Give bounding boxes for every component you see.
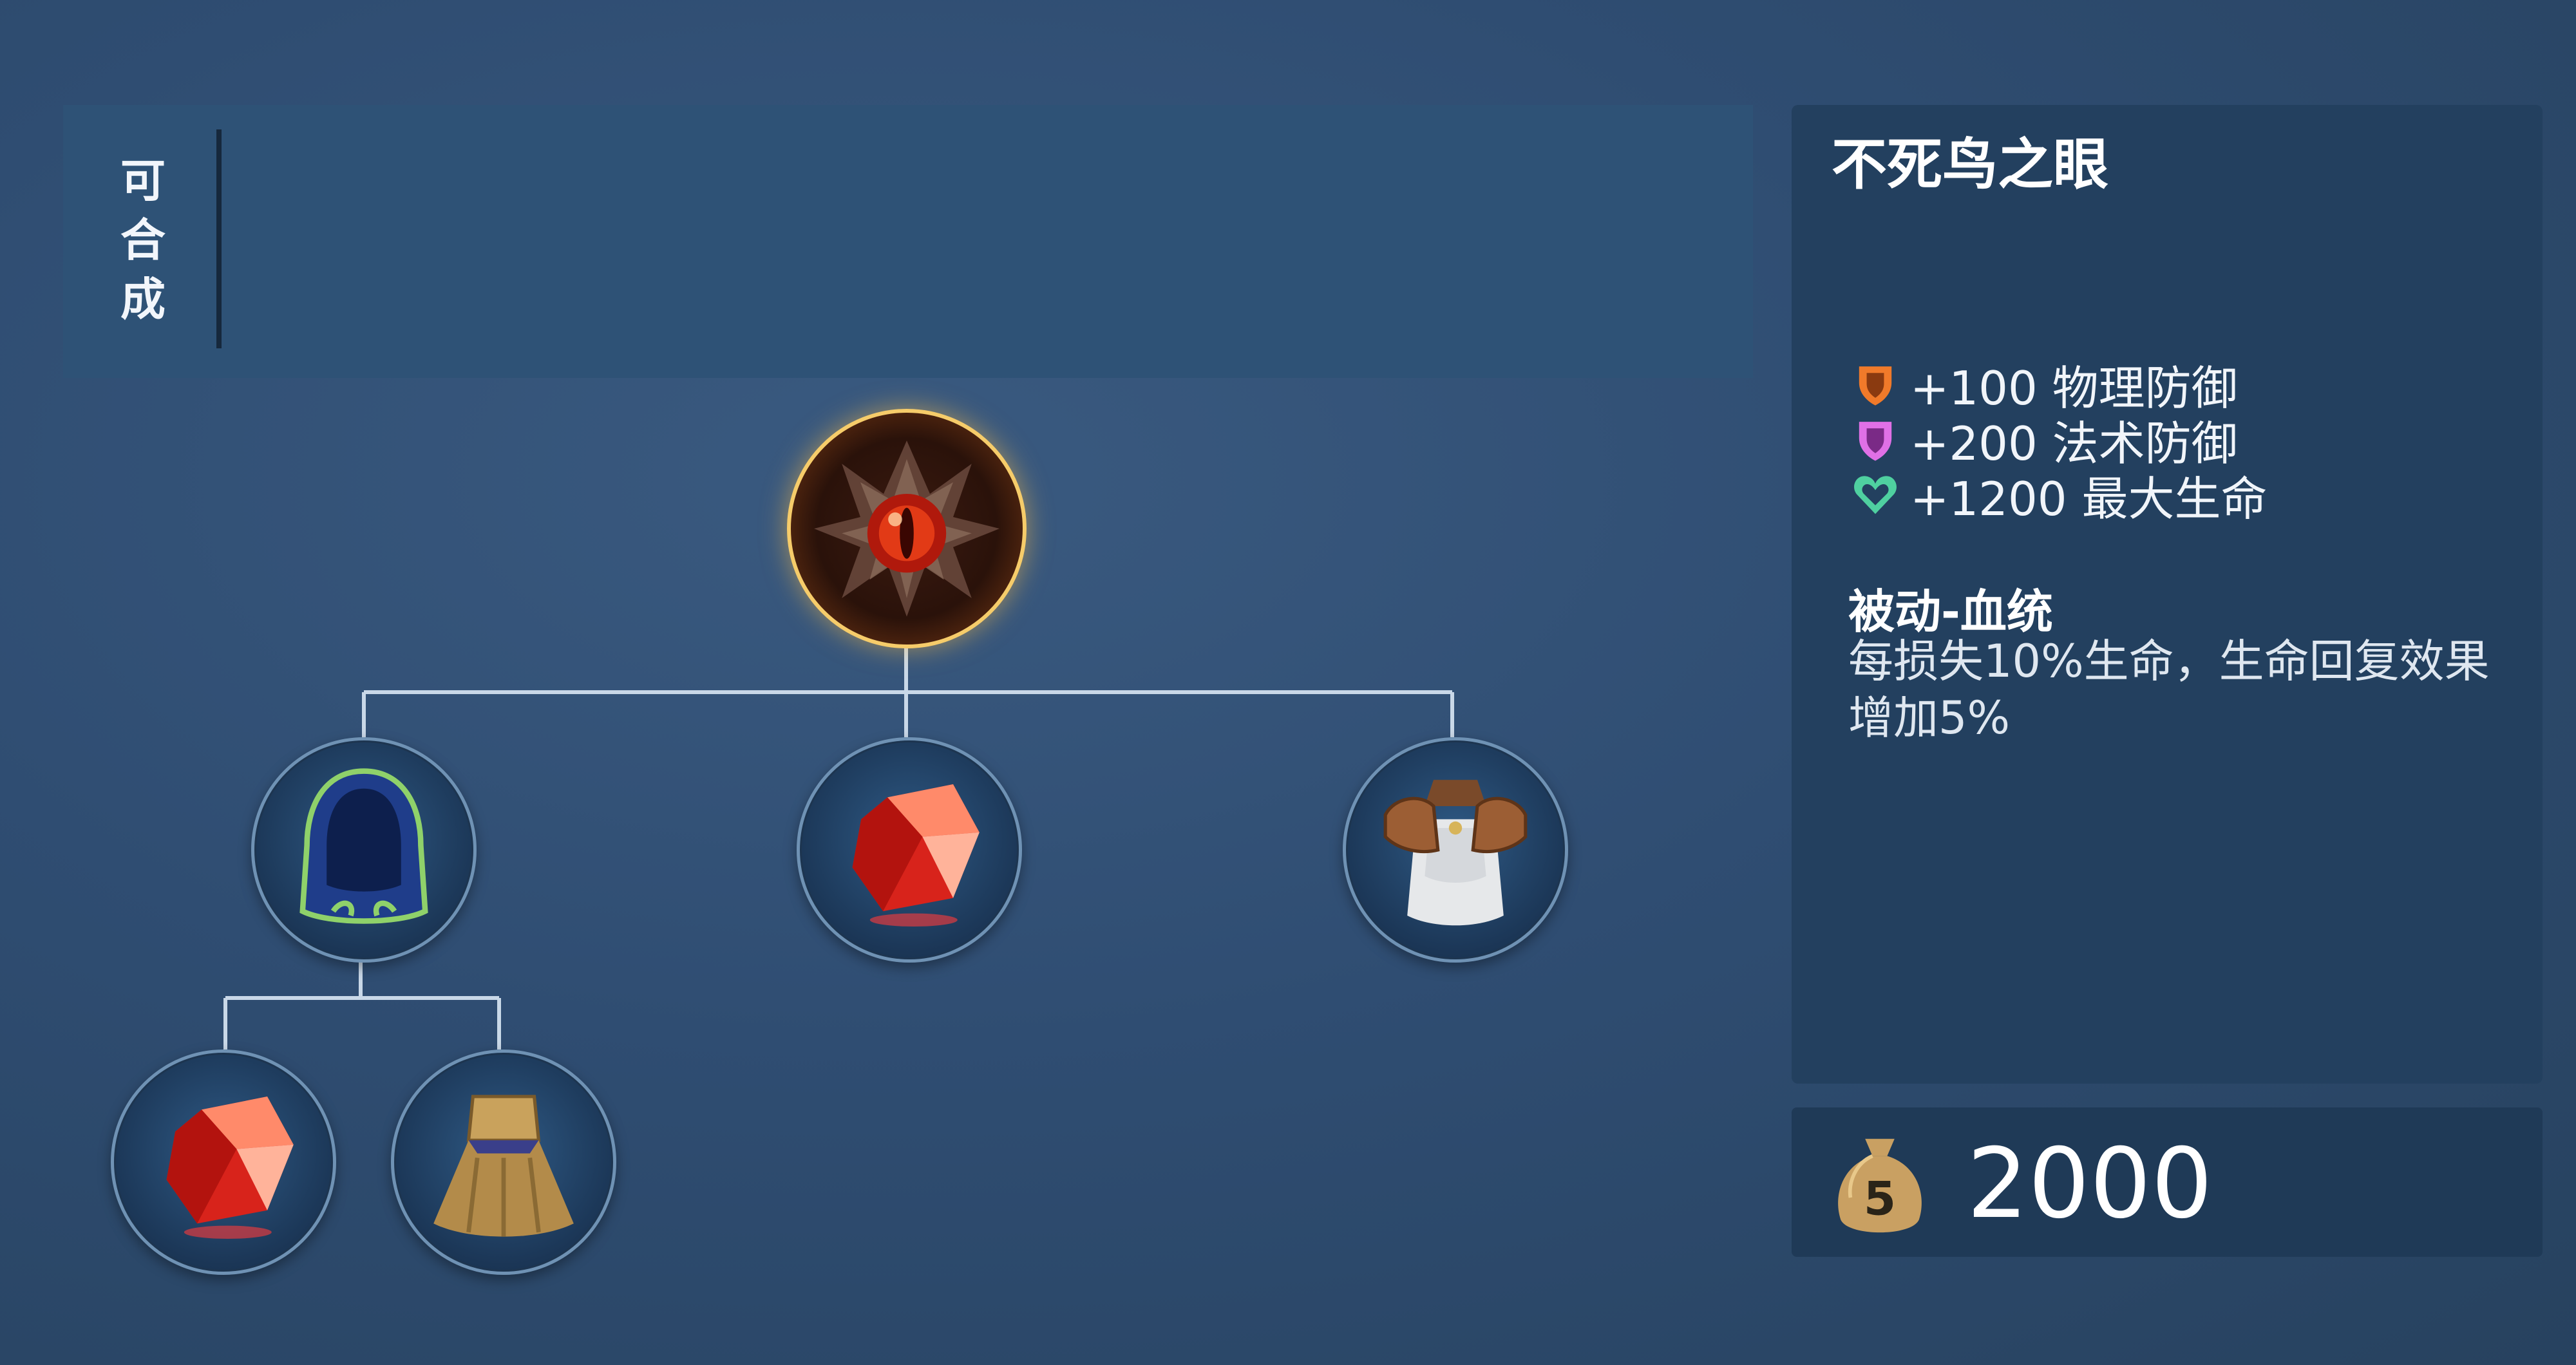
svg-text:5: 5: [1864, 1172, 1896, 1227]
recipe-subcomponent-red-crystal[interactable]: [111, 1050, 336, 1275]
price-box[interactable]: 5 2000: [1792, 1107, 2543, 1257]
passive-title: 被动-血统: [1848, 585, 2053, 639]
recipe-root-item[interactable]: [787, 409, 1027, 648]
magic-defense-shield-icon: [1848, 412, 1902, 466]
stat-row-physical-defense: +100 物理防御: [1848, 356, 2238, 415]
stat-row-magic-defense: +200 法术防御: [1848, 411, 2238, 471]
recipe-component-blue-cloak[interactable]: [251, 737, 477, 963]
red-crystal-icon: [166, 1097, 294, 1239]
recipe-component-leather-armor[interactable]: [1343, 737, 1568, 963]
max-health-heart-icon: [1848, 467, 1902, 522]
recipe-tree: [0, 0, 1739, 1365]
item-name: 不死鸟之眼: [1832, 133, 2108, 197]
leather-armor-vest-icon: [1383, 780, 1528, 926]
phoenix-eye-item-icon: [814, 440, 999, 617]
item-detail-panel: 不死鸟之眼 +100 物理防御 +200 法术防御 +1200 最大生命 被动-…: [1792, 105, 2543, 1084]
red-crystal-icon: [852, 784, 980, 927]
recipe-component-red-crystal[interactable]: [797, 737, 1022, 963]
golden-cape-icon: [433, 1095, 574, 1237]
stat-max-health: +1200 最大生命: [1910, 471, 2268, 526]
gold-money-bag-icon: 5: [1838, 1138, 1922, 1233]
physical-defense-shield-icon: [1848, 357, 1902, 411]
blue-hooded-cloak-icon: [299, 768, 428, 924]
price-value: 2000: [1967, 1128, 2213, 1240]
passive-description: 每损失10%生命，生命回复效果增加5%: [1848, 635, 2490, 744]
recipe-subcomponent-golden-cape[interactable]: [391, 1050, 616, 1275]
stat-row-max-health: +1200 最大生命: [1848, 467, 2267, 526]
